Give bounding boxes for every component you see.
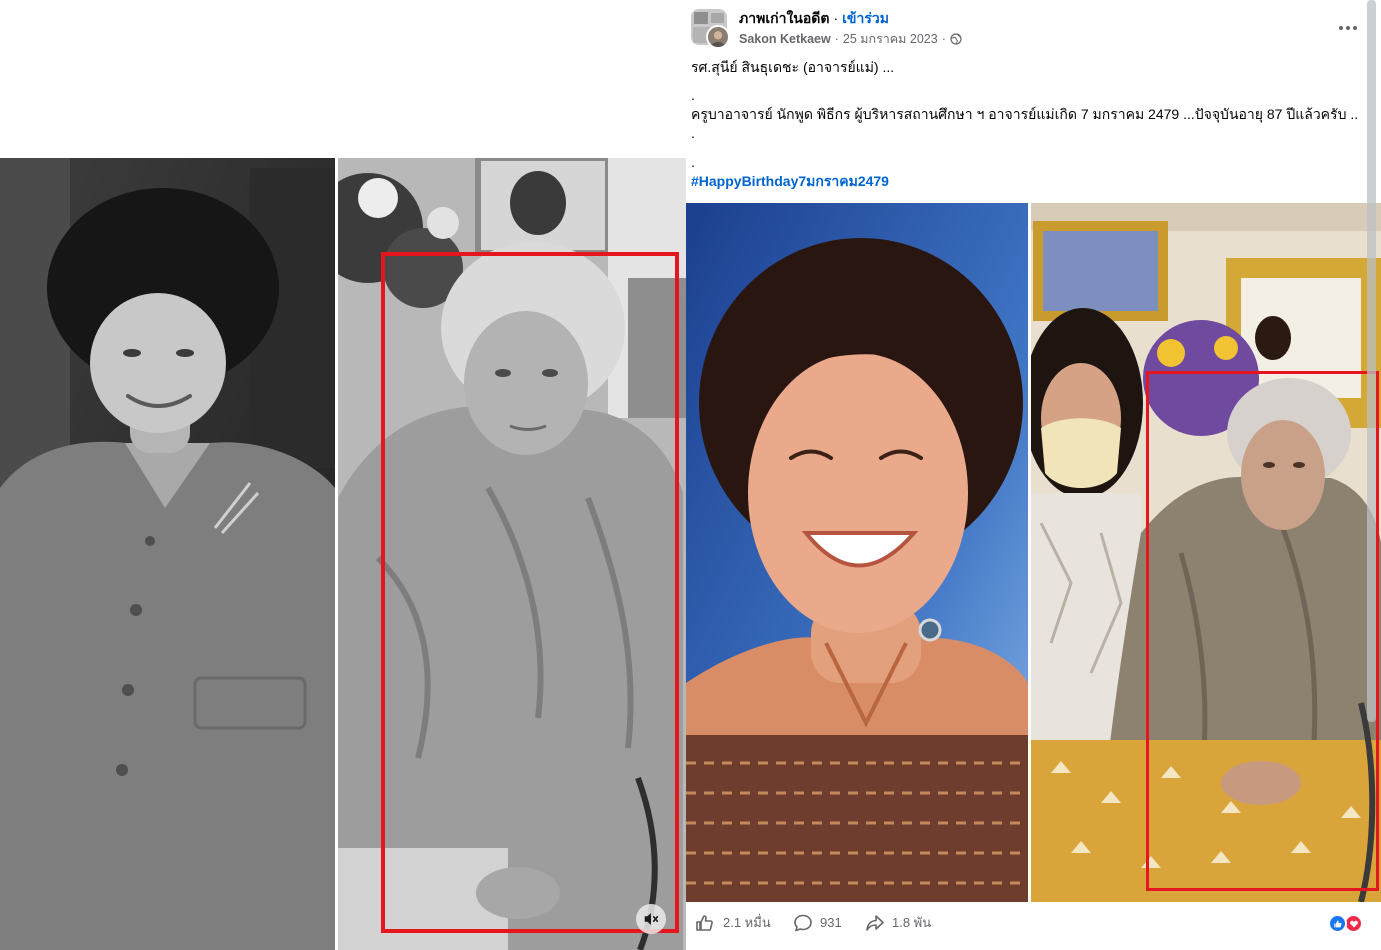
left-media-video[interactable] — [0, 158, 686, 950]
more-options-button[interactable] — [1336, 19, 1360, 37]
video-frame-photo-left — [0, 158, 335, 950]
post-meta: Sakon Ketkaew · 25 มกราคม 2023 · — [739, 31, 962, 47]
post-text-line: ครูบาอาจารย์ นักพูด พิธีกร ผู้บริหารสถาน… — [691, 106, 1359, 122]
share-count[interactable]: 1.8 พัน — [892, 915, 931, 931]
author-name-link[interactable]: Sakon Ketkaew — [739, 31, 831, 47]
post-text-line: รศ.สุนีย์ สินธุเดชะ (อาจารย์แม่) ... — [691, 59, 895, 75]
post-text-line: . — [691, 125, 695, 141]
like-reaction-icon[interactable] — [1328, 914, 1347, 933]
join-group-link[interactable]: เข้าร่วม — [842, 10, 889, 26]
hashtag-link[interactable]: #HappyBirthday7มกราคม2479 — [691, 172, 889, 191]
globe-icon — [950, 33, 962, 45]
separator-dot: · — [833, 10, 839, 26]
separator-dot: · — [834, 32, 839, 46]
comment-count[interactable]: 931 — [820, 915, 842, 931]
post-text-line: . — [691, 87, 695, 103]
highlight-box — [381, 252, 679, 933]
more-horizontal-icon — [1338, 25, 1358, 31]
separator-dot: · — [941, 32, 946, 46]
thumbs-up-icon[interactable] — [695, 913, 715, 933]
facebook-post: ภาพเก่าในอดีต · เข้าร่วม Sakon Ketkaew · 2… — [686, 0, 1381, 950]
share-icon[interactable] — [865, 913, 885, 933]
author-avatar[interactable] — [706, 25, 730, 49]
scrollbar[interactable] — [1367, 0, 1376, 722]
speaker-muted-icon — [642, 910, 660, 928]
post-photo-left[interactable] — [686, 203, 1028, 902]
post-header-title: ภาพเก่าในอดีต · เข้าร่วม — [739, 9, 889, 27]
group-name-link[interactable]: ภาพเก่าในอดีต — [739, 10, 829, 26]
mute-button[interactable] — [636, 904, 666, 934]
post-date-link[interactable]: 25 มกราคม 2023 — [843, 31, 938, 47]
like-count[interactable]: 2.1 หมื่น — [723, 915, 771, 931]
comment-icon[interactable] — [793, 913, 813, 933]
post-text-line: . — [691, 154, 695, 170]
highlight-box — [1146, 371, 1379, 891]
